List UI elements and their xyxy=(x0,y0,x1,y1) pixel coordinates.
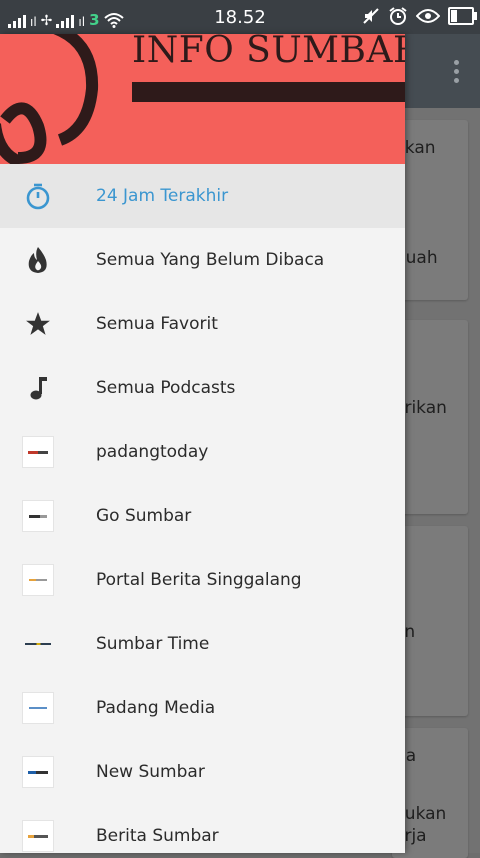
menu-item-new-sumbar[interactable]: New Sumbar xyxy=(0,740,405,804)
header-underline xyxy=(132,82,405,102)
eye-icon xyxy=(416,9,440,23)
menu-item-semua-yang-belum-dibaca[interactable]: Semua Yang Belum Dibaca xyxy=(0,228,405,292)
menu-item-label: Semua Yang Belum Dibaca xyxy=(96,250,325,270)
menu-item-semua-favorit[interactable]: Semua Favorit xyxy=(0,292,405,356)
menu-item-label: Semua Podcasts xyxy=(96,378,236,398)
menu-item-label: padangtoday xyxy=(96,442,209,462)
menu-item-label: Go Sumbar xyxy=(96,506,192,526)
menu-item-label: Portal Berita Singgalang xyxy=(96,570,302,590)
music-note-icon xyxy=(22,372,54,404)
status-right xyxy=(362,6,477,26)
padangtoday-logo-icon xyxy=(22,436,54,468)
menu-item-label: Berita Sumbar xyxy=(96,826,219,846)
menu-item-label: Sumbar Time xyxy=(96,634,210,654)
flame-icon xyxy=(22,244,54,276)
singgalang-logo-icon xyxy=(22,564,54,596)
menu-item-padangtoday[interactable]: padangtoday xyxy=(0,420,405,484)
header-logo-art xyxy=(0,34,99,164)
navigation-drawer: INFO SUMBAR 24 Jam Terakhir Semua Yang B… xyxy=(0,34,405,853)
alarm-icon xyxy=(389,7,407,25)
menu-item-sumbar-time[interactable]: Sumbar Time xyxy=(0,612,405,676)
mute-icon xyxy=(363,8,379,24)
menu-item-portal-berita-singgalang[interactable]: Portal Berita Singgalang xyxy=(0,548,405,612)
menu-item-go-sumbar[interactable]: Go Sumbar xyxy=(0,484,405,548)
menu-item-semua-podcasts[interactable]: Semua Podcasts xyxy=(0,356,405,420)
status-bar: ıl ✢ ıl 3 18.52 xyxy=(0,0,480,34)
drawer-header: INFO SUMBAR xyxy=(0,34,405,164)
menu-item-label: New Sumbar xyxy=(96,762,205,782)
drawer-title: INFO SUMBAR xyxy=(132,34,405,71)
menu-item-label: 24 Jam Terakhir xyxy=(96,186,229,206)
stopwatch-icon xyxy=(22,180,54,212)
menu-item-berita-sumbar[interactable]: Berita Sumbar xyxy=(0,804,405,853)
new-sumbar-logo-icon xyxy=(22,756,54,788)
go-sumbar-logo-icon xyxy=(22,500,54,532)
overflow-menu-icon[interactable] xyxy=(454,60,460,87)
battery-icon xyxy=(448,7,477,25)
sumbar-time-logo-icon xyxy=(22,628,54,660)
menu-item-label: Semua Favorit xyxy=(96,314,218,334)
menu-item-24-jam-terakhir[interactable]: 24 Jam Terakhir xyxy=(0,164,405,228)
drawer-menu: 24 Jam Terakhir Semua Yang Belum Dibaca … xyxy=(0,164,405,853)
padang-media-logo-icon xyxy=(22,692,54,724)
star-icon xyxy=(22,308,54,340)
menu-item-label: Padang Media xyxy=(96,698,216,718)
berita-sumbar-logo-icon xyxy=(22,820,54,852)
menu-item-padang-media[interactable]: Padang Media xyxy=(0,676,405,740)
